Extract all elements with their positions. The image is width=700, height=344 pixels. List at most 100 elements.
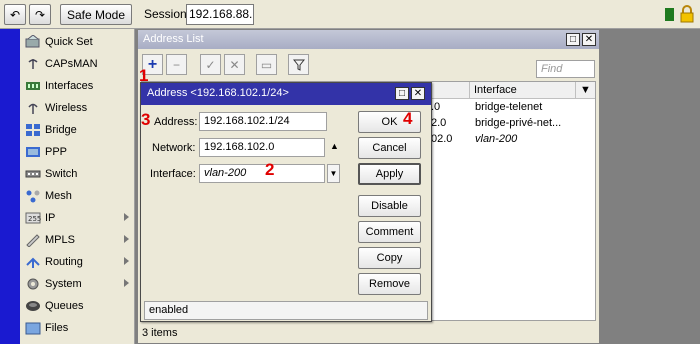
apply-button[interactable]: Apply	[358, 163, 421, 185]
ip-icon: 255	[25, 212, 41, 224]
network-field[interactable]: 192.168.102.0	[199, 138, 325, 157]
sidebar-item-mpls[interactable]: MPLS	[20, 229, 135, 251]
interface-dropdown-button[interactable]: ▼	[327, 164, 340, 183]
submenu-arrow-icon	[124, 213, 129, 221]
sidebar-item-files[interactable]: Files	[20, 317, 135, 339]
disable-button[interactable]: Disable	[358, 195, 421, 217]
svg-text:255: 255	[28, 215, 41, 223]
comment-icon: ▭	[260, 57, 273, 72]
annotation-number: 1	[139, 66, 149, 85]
annotation-number: 2	[265, 160, 275, 179]
enable-button[interactable]: ✓	[200, 54, 221, 75]
x-icon: ✕	[229, 57, 240, 72]
session-field[interactable]: 192.168.88.1	[186, 4, 254, 25]
table-cell: bridge-privé-net...	[475, 117, 562, 129]
submenu-arrow-icon	[124, 235, 129, 243]
sidebar-item-switch[interactable]: Switch	[20, 163, 135, 185]
chevron-down-icon: ▼	[329, 169, 338, 178]
redo-icon: ↷	[34, 7, 46, 22]
safe-mode-button[interactable]: Safe Mode	[60, 4, 132, 25]
sidebar-item-label: CAPsMAN	[45, 58, 98, 70]
top-toolbar: ↶ ↷ Safe Mode Session: 192.168.88.1	[0, 0, 700, 29]
disable-button[interactable]: ✕	[224, 54, 245, 75]
comment-button[interactable]: ▭	[256, 54, 277, 75]
bridge-icon	[26, 124, 40, 136]
window-title: Address List	[143, 33, 204, 45]
sidebar-item-system[interactable]: System	[20, 273, 135, 295]
sidebar-item-label: Bridge	[45, 124, 77, 136]
submenu-arrow-icon	[124, 257, 129, 265]
address-dialog: Address <192.168.102.1/24> □ ✕ Address: …	[140, 82, 432, 322]
network-label: Network:	[152, 142, 196, 154]
sidebar-item-label: Wireless	[45, 102, 88, 114]
collapse-up-icon[interactable]: ▲	[330, 141, 339, 151]
filter-button[interactable]	[288, 54, 309, 75]
copy-button[interactable]: Copy	[358, 247, 421, 269]
sidebar-item-label: Queues	[45, 300, 84, 312]
find-input[interactable]: Find	[536, 60, 595, 78]
remove-button[interactable]: −	[166, 54, 187, 75]
sidebar-item-wireless[interactable]: Wireless	[20, 97, 135, 119]
annotation-number: 4	[403, 109, 413, 128]
interface-select[interactable]: vlan-200	[199, 164, 325, 183]
sidebar-item-routing[interactable]: Routing	[20, 251, 135, 273]
column-menu-button[interactable]: ▼	[576, 82, 595, 99]
redo-button[interactable]: ↷	[29, 4, 51, 25]
routing-icon	[26, 257, 40, 268]
status-indicator-icon	[665, 8, 674, 21]
sidebar-item-mesh[interactable]: Mesh	[20, 185, 135, 207]
sidebar-item-label: Mesh	[45, 190, 72, 202]
sidebar-item-label: Files	[45, 322, 69, 334]
capsman-icon	[28, 59, 38, 69]
interface-label: Interface:	[150, 168, 196, 180]
address-label: Address:	[154, 116, 198, 128]
address-field[interactable]: 192.168.102.1/24	[199, 112, 327, 131]
dropdown-arrow-icon: ▼	[580, 84, 591, 96]
sidebar-item-bridge[interactable]: Bridge	[20, 119, 135, 141]
item-count: 3 items	[142, 327, 178, 339]
filter-icon	[292, 59, 305, 71]
sidebar-item-ppp[interactable]: PPP	[20, 141, 135, 163]
sidebar-item-label: IP	[45, 212, 56, 224]
sidebar-item-label: Interfaces	[45, 80, 94, 92]
sidebar-item-capsman[interactable]: CAPsMAN	[20, 53, 135, 75]
sidebar-item-label: Routing	[45, 256, 83, 268]
dialog-maximize-button[interactable]: □	[395, 87, 409, 100]
sidebar-item-interfaces[interactable]: Interfaces	[20, 75, 135, 97]
dialog-title: Address <192.168.102.1/24>	[147, 87, 289, 99]
sidebar-item-quick-set[interactable]: Quick Set	[20, 31, 135, 53]
minus-icon: −	[172, 57, 180, 72]
comment-button[interactable]: Comment	[358, 221, 421, 243]
maximize-button[interactable]: □	[566, 33, 580, 46]
submenu-arrow-icon	[124, 279, 129, 287]
session-label: Session:	[144, 7, 191, 21]
plus-icon: +	[147, 55, 158, 73]
wireless-icon	[28, 103, 38, 114]
dialog-status: enabled	[144, 301, 428, 320]
address-list-toolbar: + − ✓ ✕ ▭	[138, 50, 599, 78]
undo-icon: ↶	[9, 7, 21, 22]
switch-icon	[25, 170, 41, 178]
dialog-close-button[interactable]: ✕	[411, 87, 425, 100]
sidebar: Quick Set CAPsMAN Interfaces Wireless Br…	[20, 29, 135, 344]
cancel-button[interactable]: Cancel	[358, 137, 421, 159]
interfaces-icon	[26, 82, 40, 90]
sidebar-item-queues[interactable]: Queues	[20, 295, 135, 317]
sidebar-item-ip[interactable]: 255 IP	[20, 207, 135, 229]
gear-icon	[27, 278, 39, 290]
mesh-icon	[26, 190, 40, 203]
sidebar-item-label: System	[45, 278, 82, 290]
column-header-interface[interactable]: Interface	[470, 82, 576, 99]
address-list-titlebar[interactable]: Address List	[138, 30, 599, 49]
files-icon	[25, 322, 41, 335]
sidebar-item-label: PPP	[45, 146, 68, 158]
table-cell: bridge-telenet	[475, 101, 543, 113]
ppp-icon	[26, 147, 40, 157]
close-button[interactable]: ✕	[582, 33, 596, 46]
queues-icon	[26, 301, 40, 311]
remove-button[interactable]: Remove	[358, 273, 421, 295]
lock-icon	[680, 5, 694, 23]
dialog-titlebar[interactable]: Address <192.168.102.1/24>	[141, 83, 431, 105]
undo-button[interactable]: ↶	[4, 4, 26, 25]
sidebar-item-label: Switch	[45, 168, 78, 180]
